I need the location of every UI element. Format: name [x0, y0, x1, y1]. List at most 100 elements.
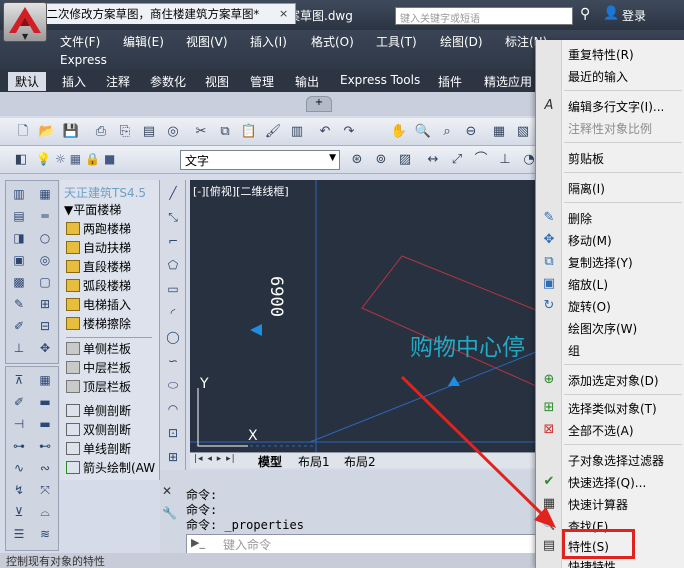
column-icon[interactable]: ▤ — [10, 207, 28, 225]
node-icon[interactable]: ⊶ — [10, 437, 28, 455]
level-icon[interactable]: ⊼ — [10, 371, 28, 389]
tab-output[interactable]: 输出 — [295, 73, 319, 90]
connector-icon[interactable]: ⊷ — [36, 437, 54, 455]
close-icon[interactable]: × — [279, 7, 288, 20]
cut-icon[interactable]: ✂ — [192, 123, 210, 141]
menu-item-scale[interactable]: 缩放(L) — [568, 276, 608, 293]
tz-item-middle-rail[interactable]: 中层栏板 — [66, 359, 131, 376]
door-icon[interactable]: ◨ — [10, 229, 28, 247]
tab-nav-arrows-icon[interactable]: |◂ ◂ ▸ ▸| — [194, 454, 236, 464]
command-input[interactable]: ▶_ 键入命令 — [186, 534, 536, 554]
tab-layout2[interactable]: 布局2 — [344, 453, 376, 470]
tz-item-line-break[interactable]: 单线剖断 — [66, 440, 131, 457]
menu-item-rotate[interactable]: 旋转(O) — [568, 298, 611, 315]
tz-item-single-break[interactable]: 单侧剖断 — [66, 402, 131, 419]
user-icon[interactable]: 👤 — [603, 6, 619, 21]
menu-express[interactable]: Express — [60, 53, 107, 67]
menu-item-add-selected[interactable]: 添加选定对象(D) — [568, 372, 659, 389]
dimension-icon[interactable]: ⊥ — [10, 339, 28, 357]
tz-item-straight-stair[interactable]: 直段楼梯 — [66, 258, 131, 275]
spline-icon[interactable]: ∽ — [164, 352, 182, 370]
match-properties-icon[interactable]: 🖌 — [264, 123, 282, 141]
menu-item-select-similar[interactable]: 选择类似对象(T) — [568, 400, 657, 417]
drawing-viewport[interactable]: [-][俯视][二维线框] 6900 购物中心停 Y X — [190, 180, 536, 452]
properties-palette-icon[interactable]: ▦ — [490, 123, 508, 141]
arc-length-icon[interactable]: ⌒ — [472, 151, 490, 169]
insert-block-icon[interactable]: ⊡ — [164, 424, 182, 442]
tab-plugins[interactable]: 插件 — [438, 73, 462, 90]
layer-state-icon[interactable]: ▨ — [396, 151, 414, 169]
copy-icon[interactable]: ⧉ — [216, 123, 234, 141]
menu-insert[interactable]: 插入(I) — [250, 33, 287, 50]
new-file-icon[interactable]: 🗋 — [14, 123, 32, 141]
tab-model[interactable]: 模型 — [258, 453, 282, 470]
tab-view[interactable]: 视图 — [205, 73, 229, 90]
menu-item-recent-input[interactable]: 最近的输入 — [568, 68, 628, 85]
line-icon[interactable]: ═ — [36, 207, 54, 225]
login-link[interactable]: 登录 — [622, 7, 646, 24]
publish-icon[interactable]: ◎ — [164, 123, 182, 141]
tz-item-double-break[interactable]: 双侧剖断 — [66, 421, 131, 438]
menu-item-quick-select[interactable]: 快速选择(Q)... — [568, 474, 646, 491]
roof-icon[interactable]: ⊞ — [36, 295, 54, 313]
wall-icon[interactable]: ▥ — [10, 185, 28, 203]
grip-marker[interactable] — [448, 376, 460, 386]
cross-icon[interactable]: ⤧ — [36, 481, 54, 499]
square-icon[interactable]: ▢ — [36, 273, 54, 291]
block-editor-icon[interactable]: ▥ — [288, 123, 306, 141]
move-icon[interactable]: ✥ — [36, 339, 54, 357]
menu-item-edit-mtext[interactable]: 编辑多行文字(I)... — [568, 98, 664, 115]
tab-default[interactable]: 默认 — [8, 72, 47, 91]
make-block-icon[interactable]: ⊞ — [164, 448, 182, 466]
tab-manage[interactable]: 管理 — [250, 73, 274, 90]
layer-previous-icon[interactable]: ⊚ — [372, 151, 390, 169]
section-header-stairs[interactable]: ▼平面楼梯 — [64, 201, 121, 218]
paste-icon[interactable]: 📋 — [240, 123, 258, 141]
plot-icon[interactable]: ▤ — [140, 123, 158, 141]
ellipse-arc-icon[interactable]: ◠ — [164, 400, 182, 418]
print-icon[interactable]: ⎙ — [92, 123, 110, 141]
tz-item-two-run-stair[interactable]: 两跑楼梯 — [66, 220, 131, 237]
tab-featured-apps[interactable]: 精选应用 — [484, 73, 532, 90]
menu-view[interactable]: 视图(V) — [186, 33, 228, 50]
stair-icon[interactable]: ✎ — [10, 295, 28, 313]
axis-grid-icon[interactable]: ▦ — [36, 185, 54, 203]
zoom-window-icon[interactable]: ⌕ — [438, 123, 456, 141]
zoom-previous-icon[interactable]: ⊖ — [462, 123, 480, 141]
pencil-icon[interactable]: ✐ — [10, 317, 28, 335]
bar-icon[interactable]: ▬ — [36, 415, 54, 433]
new-tab-button[interactable]: + — [306, 96, 332, 112]
wave-icon[interactable]: ∾ — [36, 459, 54, 477]
linear-dimension-icon[interactable]: ↔ — [424, 151, 442, 169]
grid-icon[interactable]: ⊟ — [36, 317, 54, 335]
window-icon[interactable]: ▣ — [10, 251, 28, 269]
layers-icon[interactable]: ≋ — [36, 525, 54, 543]
ordinate-dimension-icon[interactable]: ⊥ — [496, 151, 514, 169]
menu-item-deselect-all[interactable]: 全部不选(A) — [568, 422, 634, 439]
save-icon[interactable]: 💾 — [62, 123, 80, 141]
construction-line-icon[interactable]: ⤡ — [164, 208, 182, 226]
design-center-icon[interactable]: ▧ — [514, 123, 532, 141]
layer-state-icons[interactable]: 💡☼▦🔒■ — [36, 152, 119, 166]
menu-format[interactable]: 格式(O) — [311, 33, 354, 50]
menu-item-repeat-properties[interactable]: 重复特性(R) — [568, 46, 634, 63]
room-icon[interactable]: ▩ — [10, 273, 28, 291]
drawing-mtext[interactable]: 购物中心停 — [410, 328, 525, 362]
menu-tools[interactable]: 工具(T) — [376, 33, 417, 50]
menu-file[interactable]: 文件(F) — [60, 33, 100, 50]
ring-icon[interactable]: ◎ — [36, 251, 54, 269]
menu-edit[interactable]: 编辑(E) — [123, 33, 164, 50]
brush-icon[interactable]: ✐ — [10, 393, 28, 411]
stack-icon[interactable]: ☰ — [10, 525, 28, 543]
pan-icon[interactable]: ✋ — [390, 123, 408, 141]
tz-item-arrow-draw[interactable]: 箭头绘制(AW — [66, 459, 155, 476]
menu-item-quick-calc[interactable]: 快速计算器 — [568, 496, 628, 513]
application-menu-button[interactable]: ▼ — [3, 2, 47, 42]
line-draw-icon[interactable]: ╱ — [164, 184, 182, 202]
tab-parametric[interactable]: 参数化 — [150, 73, 186, 90]
menu-item-clipboard[interactable]: 剪贴板 — [568, 150, 604, 167]
cup-icon[interactable]: ⊻ — [10, 503, 28, 521]
rectangle-icon[interactable]: ▭ — [164, 280, 182, 298]
redo-icon[interactable]: ↷ — [340, 123, 358, 141]
bowl-icon[interactable]: ⌓ — [36, 503, 54, 521]
